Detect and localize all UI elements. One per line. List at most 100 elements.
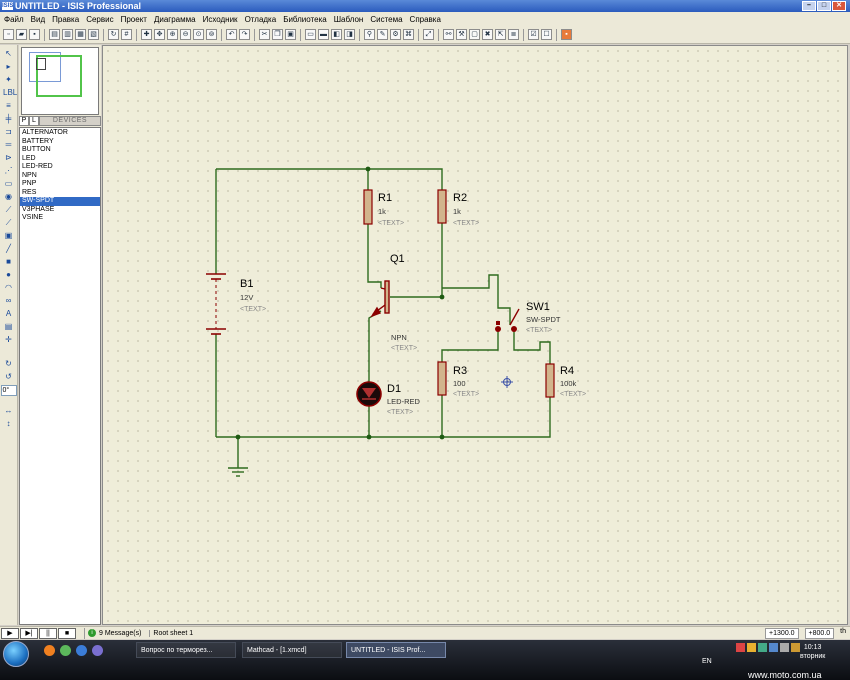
text-icon[interactable]: A <box>3 309 14 319</box>
make-device-icon[interactable]: ✎ <box>377 29 388 40</box>
redo-icon[interactable]: ↷ <box>239 29 250 40</box>
tab-pick-devices[interactable]: P <box>19 116 29 126</box>
block-move-icon[interactable]: ▬ <box>318 29 329 40</box>
resistor-r2-body[interactable] <box>437 189 447 224</box>
device-item[interactable]: ALTERNATOR <box>20 129 100 138</box>
messenger-icon[interactable] <box>60 645 71 656</box>
device-item[interactable]: LED <box>20 155 100 164</box>
cut-icon[interactable]: ✂ <box>259 29 270 40</box>
remove-sheet-icon[interactable]: ✖ <box>482 29 493 40</box>
device-item[interactable]: RES <box>20 189 100 198</box>
symbol-icon[interactable]: ▤ <box>3 322 14 332</box>
new-sheet-icon[interactable]: ▢ <box>469 29 480 40</box>
import-icon[interactable]: ▤ <box>49 29 60 40</box>
switch-sw1[interactable] <box>495 308 520 332</box>
menu-edit[interactable]: Правка <box>52 15 79 24</box>
paste-icon[interactable]: ▣ <box>285 29 296 40</box>
tray-icon[interactable] <box>747 643 756 652</box>
arc-icon[interactable]: ◠ <box>3 283 14 293</box>
property-tool-icon[interactable]: ⚒ <box>456 29 467 40</box>
start-button[interactable] <box>3 641 29 667</box>
led-d1[interactable] <box>356 381 382 407</box>
device-item[interactable]: BUTTON <box>20 146 100 155</box>
open-folder-icon[interactable]: ▰ <box>16 29 27 40</box>
device-pins-icon[interactable]: ⊳ <box>3 153 14 163</box>
menu-graph[interactable]: Диаграмма <box>154 15 196 24</box>
rotation-angle-field[interactable]: 0° <box>0 385 17 396</box>
wire-autorouter-icon[interactable]: ⤢ <box>423 29 434 40</box>
overview-window[interactable] <box>21 47 99 115</box>
device-item[interactable]: BATTERY <box>20 138 100 147</box>
electrical-check-icon[interactable]: ☑ <box>528 29 539 40</box>
zoom-all-icon[interactable]: ⊙ <box>193 29 204 40</box>
device-item[interactable]: VSINE <box>20 214 100 223</box>
mirror-vertical-icon[interactable]: ↕ <box>3 419 14 429</box>
block-delete-icon[interactable]: ◨ <box>344 29 355 40</box>
marker-icon[interactable]: ✛ <box>3 335 14 345</box>
menu-template[interactable]: Шаблон <box>334 15 364 24</box>
origin-icon[interactable]: ✚ <box>141 29 152 40</box>
voltage-probe-icon[interactable]: ⟋ <box>3 205 14 215</box>
wire-label-icon[interactable]: LBL <box>3 88 17 98</box>
menu-help[interactable]: Справка <box>410 15 441 24</box>
zoom-in-icon[interactable]: ⊕ <box>167 29 178 40</box>
browser-icon[interactable] <box>76 645 87 656</box>
close-button[interactable]: ✕ <box>832 1 846 11</box>
save-icon[interactable]: ▪ <box>29 29 40 40</box>
task-mathcad[interactable]: Mathcad - [1.xmcd] <box>242 642 342 658</box>
tab-library-manager[interactable]: L <box>29 116 39 126</box>
selection-mode-icon[interactable]: ↖ <box>3 49 14 59</box>
component-mode-icon[interactable]: ▸ <box>3 62 14 72</box>
terminals-icon[interactable]: ═ <box>3 140 14 150</box>
copy-icon[interactable]: ❐ <box>272 29 283 40</box>
generator-icon[interactable]: ◉ <box>3 192 14 202</box>
path-icon[interactable]: ∞ <box>3 296 14 306</box>
schematic-canvas[interactable]: B1 12V <TEXT> R1 1k <TEXT> R2 1k <TEXT> … <box>102 45 848 625</box>
device-item[interactable]: V3PHASE <box>20 206 100 215</box>
resistor-r4-body[interactable] <box>545 363 555 398</box>
box-icon[interactable]: ■ <box>3 257 14 267</box>
zoom-area-icon[interactable]: ⊚ <box>206 29 217 40</box>
netlist-icon[interactable]: ☐ <box>541 29 552 40</box>
language-indicator[interactable]: EN <box>702 658 712 665</box>
decompose-icon[interactable]: ⌘ <box>403 29 414 40</box>
firefox-icon[interactable] <box>44 645 55 656</box>
virtual-instruments-icon[interactable]: ▣ <box>3 231 14 241</box>
rotate-anticlockwise-icon[interactable]: ↺ <box>3 372 14 382</box>
zoom-out-icon[interactable]: ⊖ <box>180 29 191 40</box>
current-probe-icon[interactable]: ⟋ <box>3 218 14 228</box>
text-script-icon[interactable]: ≡ <box>3 101 14 111</box>
bus-icon[interactable]: ╪ <box>3 114 14 124</box>
resistor-r3-body[interactable] <box>437 361 447 396</box>
grid-icon[interactable]: # <box>121 29 132 40</box>
resistor-r1-body[interactable] <box>363 189 373 225</box>
device-item[interactable]: PNP <box>20 180 100 189</box>
network-icon[interactable] <box>791 643 800 652</box>
packaging-icon[interactable]: ⚙ <box>390 29 401 40</box>
menu-view[interactable]: Вид <box>31 15 45 24</box>
graph-icon[interactable]: ⋰ <box>3 166 14 176</box>
pan-icon[interactable]: ✥ <box>154 29 165 40</box>
play-button[interactable]: ▶ <box>1 627 19 639</box>
menu-file[interactable]: Файл <box>4 15 24 24</box>
menu-debug[interactable]: Отладка <box>245 15 277 24</box>
refresh-icon[interactable]: ↻ <box>108 29 119 40</box>
search-icon[interactable]: ⚯ <box>443 29 454 40</box>
ares-icon[interactable]: ▪ <box>561 29 572 40</box>
mirror-horizontal-icon[interactable]: ↔ <box>3 406 14 416</box>
messages-indicator[interactable]: i 9 Message(s) <box>84 627 141 639</box>
block-rotate-icon[interactable]: ◧ <box>331 29 342 40</box>
task-isis-active[interactable]: UNTITLED - ISIS Prof... <box>346 642 446 658</box>
line-icon[interactable]: ╱ <box>3 244 14 254</box>
menu-system[interactable]: Система <box>370 15 402 24</box>
step-button[interactable]: ▶| <box>20 627 38 639</box>
quick-launch-icon[interactable] <box>92 645 103 656</box>
menu-source[interactable]: Исходник <box>203 15 238 24</box>
undo-icon[interactable]: ↶ <box>226 29 237 40</box>
export-icon[interactable]: ▥ <box>62 29 73 40</box>
device-item[interactable]: NPN <box>20 172 100 181</box>
tape-recorder-icon[interactable]: ▭ <box>3 179 14 189</box>
stop-button[interactable]: ■ <box>58 627 76 639</box>
tray-icon[interactable] <box>736 643 745 652</box>
pause-button[interactable]: || <box>39 627 57 639</box>
